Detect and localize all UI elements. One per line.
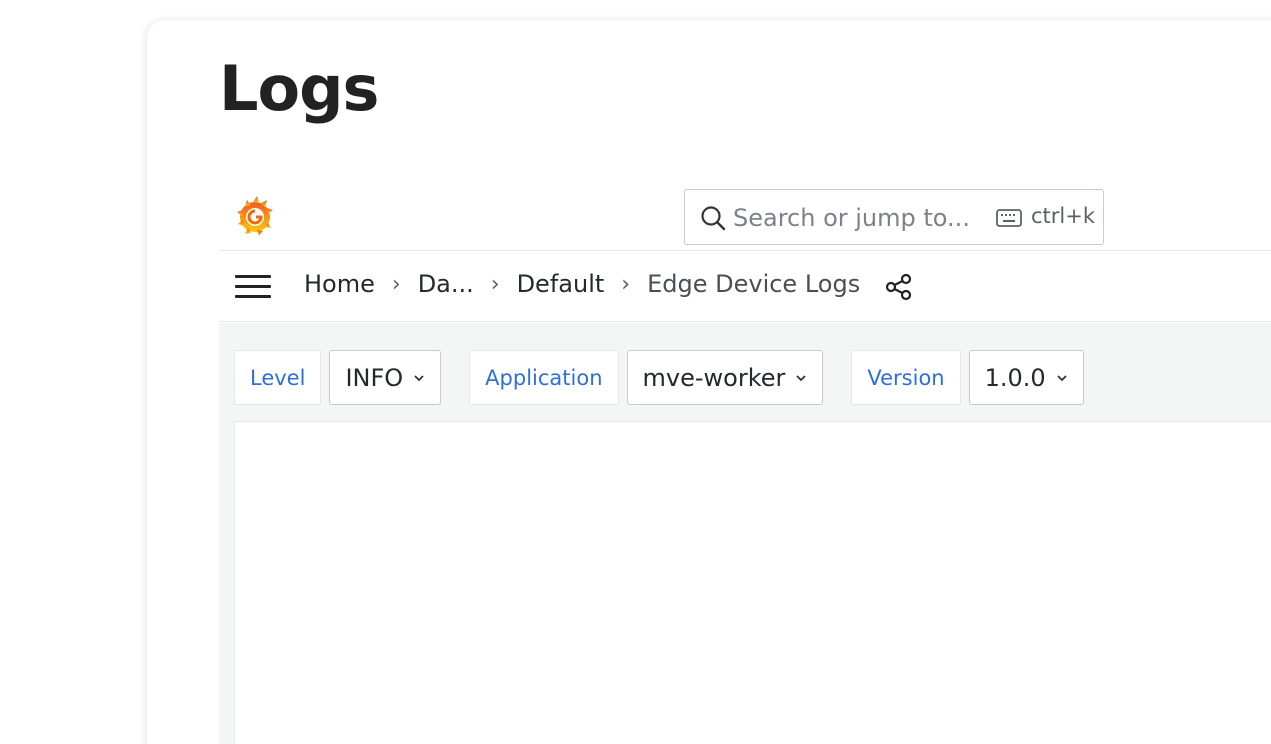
chevron-down-icon: [414, 374, 424, 381]
breadcrumb-dashboards[interactable]: Da...: [418, 270, 474, 298]
variables-bar: Level INFO Application mve-worker Versio…: [234, 350, 1084, 405]
chevron-down-icon: [796, 374, 807, 381]
hamburger-line: [235, 295, 271, 298]
search-icon: [701, 206, 726, 231]
hamburger-line: [235, 285, 271, 288]
keyboard-shortcut: ctrl+k: [1031, 204, 1096, 228]
logs-panel: [234, 421, 1271, 744]
nav-bar: Home › Da... › Default › Edge Device Log…: [219, 252, 1271, 322]
share-icon[interactable]: [884, 272, 914, 302]
grafana-logo-icon[interactable]: [233, 194, 277, 238]
menu-toggle-button[interactable]: [235, 275, 271, 299]
version-select[interactable]: 1.0.0: [968, 350, 1084, 405]
breadcrumb-separator-icon: ›: [621, 271, 631, 297]
application-select[interactable]: mve-worker: [626, 350, 824, 405]
breadcrumb-default[interactable]: Default: [517, 270, 605, 298]
breadcrumb-separator-icon: ›: [490, 271, 500, 297]
variable-label-application: Application: [469, 350, 619, 405]
top-bar: ctrl+k: [219, 185, 1271, 251]
page-title: Logs: [219, 52, 379, 125]
hamburger-line: [235, 275, 271, 278]
breadcrumb-home[interactable]: Home: [304, 270, 375, 298]
variable-label-version: Version: [851, 350, 961, 405]
version-select-value: 1.0.0: [984, 363, 1046, 392]
breadcrumb: Home › Da... › Default › Edge Device Log…: [304, 270, 860, 298]
breadcrumb-current: Edge Device Logs: [647, 270, 861, 298]
search-input[interactable]: [733, 198, 993, 238]
breadcrumb-separator-icon: ›: [391, 271, 401, 297]
level-select-value: INFO: [345, 363, 404, 392]
dashboard-content: Level INFO Application mve-worker Versio…: [219, 323, 1271, 744]
application-select-value: mve-worker: [642, 363, 786, 392]
keyboard-icon: [996, 209, 1022, 227]
chevron-down-icon: [1057, 374, 1067, 381]
variable-label-level: Level: [234, 350, 322, 405]
level-select[interactable]: INFO: [329, 350, 442, 405]
search-box[interactable]: ctrl+k: [684, 189, 1104, 245]
